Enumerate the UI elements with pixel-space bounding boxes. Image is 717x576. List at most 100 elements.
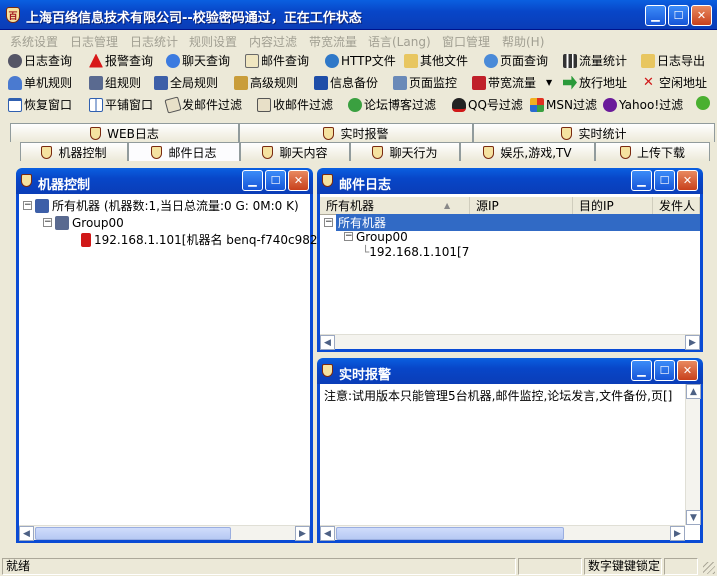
realtime-alarm-title-bar[interactable]: 实时报警 ▁ ☐ ✕ — [317, 358, 703, 384]
alarm-hscrollbar[interactable]: ◀ ▶ — [320, 525, 685, 541]
collapse-icon[interactable]: − — [43, 218, 52, 227]
tree-group-node[interactable]: − Group00 — [43, 214, 325, 231]
alarm-query-button[interactable]: 报警查询 — [89, 52, 153, 69]
maximize-button[interactable]: ☐ — [668, 5, 689, 26]
tab-realtime-stats[interactable]: 实时统计 — [473, 123, 715, 142]
idle-address-label: 空闲地址 — [659, 76, 708, 90]
column-source-ip[interactable]: 源IP — [470, 197, 573, 215]
single-rule-button[interactable]: 单机规则 — [8, 74, 72, 91]
page-monitor-button[interactable]: 页面监控 — [393, 74, 457, 91]
scroll-right-icon[interactable]: ▶ — [685, 335, 700, 350]
info-backup-button[interactable]: 信息备份 — [314, 74, 378, 91]
tab-machine-control[interactable]: 机器控制 — [20, 142, 128, 161]
panel-minimize-button[interactable]: ▁ — [242, 170, 263, 191]
dropdown-arrow-icon[interactable]: ▼ — [546, 78, 552, 87]
scroll-right-icon[interactable]: ▶ — [670, 526, 685, 541]
maximize-icon: ☐ — [659, 174, 670, 187]
page-query-button[interactable]: 页面查询 — [484, 52, 548, 69]
menu-bandwidth[interactable]: 带宽流量 — [309, 33, 357, 50]
status-cell-extra — [664, 558, 698, 575]
qq-filter-button[interactable]: QQ号过滤 — [452, 96, 523, 113]
forum-blog-filter-button[interactable]: 论坛博客过滤 — [348, 96, 436, 113]
tab-upload-download[interactable]: 上传下载 — [595, 142, 710, 161]
scroll-thumb[interactable] — [35, 527, 231, 540]
column-all-machines[interactable]: 所有机器 ▲ — [320, 197, 470, 215]
scroll-right-icon[interactable]: ▶ — [295, 526, 310, 541]
receive-mail-filter-button[interactable]: 收邮件过滤 — [257, 96, 333, 113]
other-file-button[interactable]: 其他文件 — [404, 52, 468, 69]
traffic-stats-button[interactable]: 流量统计 — [563, 52, 627, 69]
panel-maximize-button[interactable]: ☐ — [265, 170, 286, 191]
tab-realtime-alarm[interactable]: 实时报警 — [239, 123, 473, 142]
tab-web-log[interactable]: WEB日志 — [10, 123, 239, 142]
log-export-button[interactable]: 日志导出 — [641, 52, 705, 69]
tab-chat-content[interactable]: 聊天内容 — [240, 142, 350, 161]
monitor-icon — [393, 75, 407, 90]
collapse-icon[interactable]: − — [344, 232, 353, 241]
yahoo-filter-button[interactable]: Yahoo!过滤 — [603, 96, 683, 113]
restore-window-button[interactable]: 恢复窗口 — [8, 96, 72, 113]
mail-tree-group[interactable]: − Group00 — [344, 229, 700, 244]
app-shield-icon[interactable]: 百 — [6, 7, 20, 23]
menu-system-settings[interactable]: 系统设置 — [10, 33, 58, 50]
advanced-rule-button[interactable]: 高级规则 — [234, 74, 298, 91]
scroll-left-icon[interactable]: ◀ — [320, 526, 335, 541]
mail-query-label: 邮件查询 — [261, 54, 310, 68]
panel-minimize-button[interactable]: ▁ — [631, 360, 652, 381]
http-file-button[interactable]: HTTP文件 — [325, 52, 396, 69]
menu-content-filter[interactable]: 内容过滤 — [249, 33, 297, 50]
allow-address-button[interactable]: 放行地址 — [563, 74, 627, 91]
msn-filter-button[interactable]: MSN过滤 — [530, 96, 597, 113]
menu-log-management[interactable]: 日志管理 — [70, 33, 118, 50]
log-query-button[interactable]: 日志查询 — [8, 52, 72, 69]
tab-entertainment[interactable]: 娱乐,游戏,TV — [460, 142, 595, 161]
column-sender[interactable]: 发件人 — [653, 197, 700, 215]
mail-tree-machine[interactable]: └ 192.168.1.101[7 — [362, 244, 700, 259]
alarm-vscrollbar[interactable]: ▲ ▼ — [685, 384, 701, 525]
scroll-left-icon[interactable]: ◀ — [320, 335, 335, 350]
idle-address-button[interactable]: ✕ 空闲地址 — [643, 74, 707, 91]
mail-hscrollbar[interactable]: ◀ ▶ — [320, 334, 700, 350]
tab-machine-control-label: 机器控制 — [58, 145, 107, 160]
group-rule-button[interactable]: 组规则 — [89, 74, 141, 91]
menu-help[interactable]: 帮助(H) — [502, 33, 544, 50]
panel-close-button[interactable]: ✕ — [677, 360, 698, 381]
menu-rule-settings[interactable]: 规则设置 — [189, 33, 237, 50]
column-dest-ip[interactable]: 目的IP — [573, 197, 653, 215]
panel-close-button[interactable]: ✕ — [288, 170, 309, 191]
panel-maximize-button[interactable]: ☐ — [654, 170, 675, 191]
tree-machine-node[interactable]: 192.168.1.101[机器名 benq-f740c9824 — [81, 231, 325, 248]
close-icon: ✕ — [293, 174, 304, 187]
minimize-button[interactable]: ▁ — [645, 5, 666, 26]
scroll-up-icon[interactable]: ▲ — [686, 384, 701, 399]
mail-tree-root[interactable]: − 所有机器 — [324, 214, 700, 231]
menu-window-management[interactable]: 窗口管理 — [442, 33, 490, 50]
scroll-down-icon[interactable]: ▼ — [686, 510, 701, 525]
menu-log-statistics[interactable]: 日志统计 — [130, 33, 178, 50]
bandwidth-button[interactable]: 带宽流量 ▼ — [472, 74, 552, 91]
tab-chat-behavior[interactable]: 聊天行为 — [350, 142, 460, 161]
tile-window-button[interactable]: 平铺窗口 — [89, 96, 153, 113]
send-mail-filter-button[interactable]: 发邮件过滤 — [164, 95, 242, 114]
more-tools-button[interactable] — [696, 96, 710, 110]
resize-grip-icon[interactable] — [703, 562, 715, 574]
panel-maximize-button[interactable]: ☐ — [654, 360, 675, 381]
collapse-icon[interactable]: − — [324, 218, 333, 227]
collapse-icon[interactable]: − — [23, 201, 32, 210]
panel-close-button[interactable]: ✕ — [677, 170, 698, 191]
mail-query-button[interactable]: 邮件查询 — [245, 52, 309, 69]
computer-group-icon — [89, 75, 103, 90]
close-icon: ✕ — [682, 174, 693, 187]
tab-mail-log[interactable]: 邮件日志 — [128, 142, 240, 161]
machine-hscrollbar[interactable]: ◀ ▶ — [19, 525, 310, 541]
mail-log-title-bar[interactable]: 邮件日志 ▁ ☐ ✕ — [317, 168, 703, 194]
panel-minimize-button[interactable]: ▁ — [631, 170, 652, 191]
close-button[interactable]: ✕ — [691, 5, 712, 26]
tree-root-node[interactable]: − 所有机器 (机器数:1,当日总流量:0 G: 0M:0 K) — [23, 197, 325, 214]
scroll-thumb[interactable] — [336, 527, 564, 540]
global-rule-button[interactable]: 全局规则 — [154, 74, 218, 91]
chat-query-button[interactable]: 聊天查询 — [166, 52, 230, 69]
menu-language[interactable]: 语言(Lang) — [368, 33, 431, 50]
machine-control-title-bar[interactable]: 机器控制 ▁ ☐ ✕ — [16, 168, 313, 194]
scroll-left-icon[interactable]: ◀ — [19, 526, 34, 541]
